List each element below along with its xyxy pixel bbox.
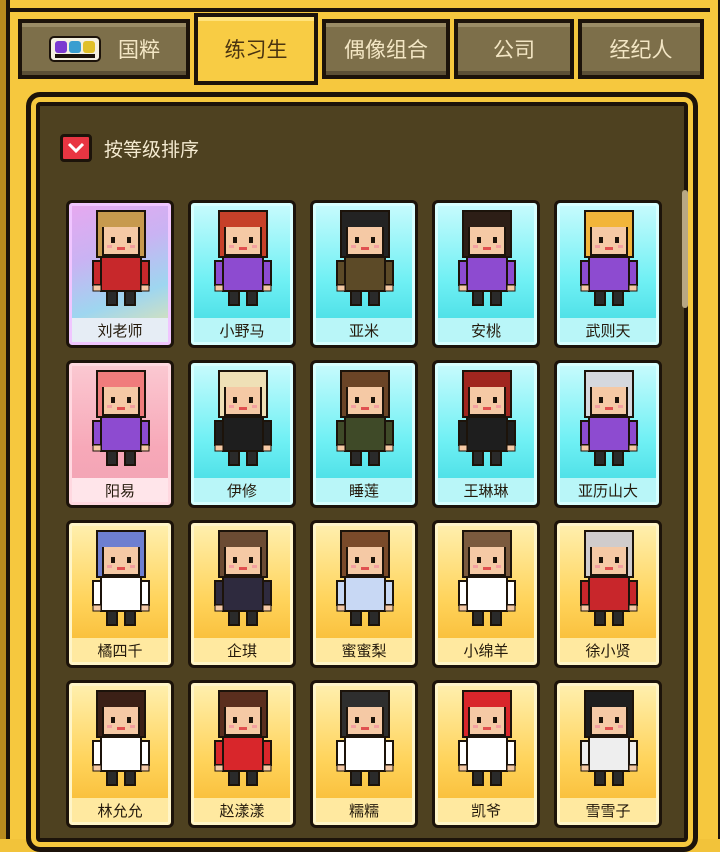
trainee-avatar — [458, 210, 516, 306]
trainee-name: 蜜蜜梨 — [316, 638, 412, 662]
trainee-card[interactable]: 亚米 — [310, 200, 418, 348]
trainee-card[interactable]: 雪雪子 — [554, 680, 662, 828]
trainee-card[interactable]: 糯糯 — [310, 680, 418, 828]
trainee-name: 亚历山大 — [560, 478, 656, 502]
trainee-name: 赵漾漾 — [194, 798, 290, 822]
trainee-avatar — [580, 690, 638, 786]
trainee-avatar — [580, 530, 638, 626]
scrollbar[interactable] — [682, 190, 688, 308]
trainee-avatar — [336, 370, 394, 466]
tab-agent[interactable]: 经纪人 — [578, 19, 704, 79]
trainee-avatar — [458, 530, 516, 626]
trainee-avatar — [92, 370, 150, 466]
trainee-card[interactable]: 小绵羊 — [432, 520, 540, 668]
trainee-avatar — [214, 370, 272, 466]
trainee-grid: 刘老师 小野马 亚米 安桃 武则天阳易 伊修 睡莲 王琳琳 亚历山大橘四千 企琪 蜜蜜梨 小绵羊 徐小贤… — [64, 200, 664, 839]
trainee-name: 徐小贤 — [560, 638, 656, 662]
trainee-name: 林允允 — [72, 798, 168, 822]
trainee-card[interactable]: 赵漾漾 — [188, 680, 296, 828]
trainee-name: 睡莲 — [316, 478, 412, 502]
trainee-name: 武则天 — [560, 318, 656, 342]
trainee-avatar — [92, 210, 150, 306]
tab-bar: 国粹 练习生 偶像组合 公司 经纪人 — [18, 13, 704, 85]
trainee-name: 安桃 — [438, 318, 534, 342]
trainee-card[interactable]: 阳易 — [66, 360, 174, 508]
trainee-avatar — [458, 690, 516, 786]
trainee-avatar — [214, 530, 272, 626]
tab-company[interactable]: 公司 — [454, 19, 574, 79]
trainee-avatar — [336, 690, 394, 786]
trainee-name: 小野马 — [194, 318, 290, 342]
trainee-card[interactable]: 伊修 — [188, 360, 296, 508]
mask-icon — [48, 34, 102, 64]
trainee-name: 阳易 — [72, 478, 168, 502]
trainee-avatar — [336, 530, 394, 626]
trainee-name: 亚米 — [316, 318, 412, 342]
trainee-avatar — [336, 210, 394, 306]
trainee-avatar — [580, 370, 638, 466]
tab-label: 公司 — [493, 38, 535, 62]
tab-label: 国粹 — [118, 38, 160, 62]
trainee-avatar — [458, 370, 516, 466]
trainee-avatar — [214, 210, 272, 306]
trainee-card[interactable]: 亚历山大 — [554, 360, 662, 508]
trainee-card[interactable]: 林允允 — [66, 680, 174, 828]
trainee-card[interactable]: 刘老师 — [66, 200, 174, 348]
trainee-name: 橘四千 — [72, 638, 168, 662]
trainee-avatar — [92, 690, 150, 786]
trainee-card[interactable]: 睡莲 — [310, 360, 418, 508]
tab-label: 练习生 — [224, 38, 288, 62]
tab-label: 经纪人 — [609, 38, 673, 62]
sort-label: 按等级排序 — [104, 138, 200, 161]
trainee-avatar — [92, 530, 150, 626]
trainee-name: 王琳琳 — [438, 478, 534, 502]
trainee-avatar — [214, 690, 272, 786]
trainee-name: 小绵羊 — [438, 638, 534, 662]
trainee-card[interactable]: 企琪 — [188, 520, 296, 668]
trainee-card[interactable]: 橘四千 — [66, 520, 174, 668]
tab-guocui[interactable]: 国粹 — [18, 19, 190, 79]
trainee-card[interactable]: 小野马 — [188, 200, 296, 348]
trainee-card[interactable]: 徐小贤 — [554, 520, 662, 668]
tab-idol-groups[interactable]: 偶像组合 — [322, 19, 450, 79]
trainee-card[interactable]: 王琳琳 — [432, 360, 540, 508]
chevron-down-icon — [60, 134, 92, 162]
trainee-avatar — [580, 210, 638, 306]
trainee-name: 雪雪子 — [560, 798, 656, 822]
trainee-card[interactable]: 安桃 — [432, 200, 540, 348]
trainee-card[interactable]: 凯爷 — [432, 680, 540, 828]
sort-by-level-button[interactable]: 按等级排序 — [60, 131, 199, 165]
trainee-name: 糯糯 — [316, 798, 412, 822]
trainee-name: 伊修 — [194, 478, 290, 502]
trainee-name: 刘老师 — [72, 318, 168, 342]
trainee-card[interactable]: 武则天 — [554, 200, 662, 348]
trainee-name: 凯爷 — [438, 798, 534, 822]
tab-label: 偶像组合 — [344, 38, 428, 62]
tab-trainees[interactable]: 练习生 — [194, 13, 318, 85]
top-strip — [10, 0, 710, 12]
trainee-card[interactable]: 蜜蜜梨 — [310, 520, 418, 668]
trainee-name: 企琪 — [194, 638, 290, 662]
